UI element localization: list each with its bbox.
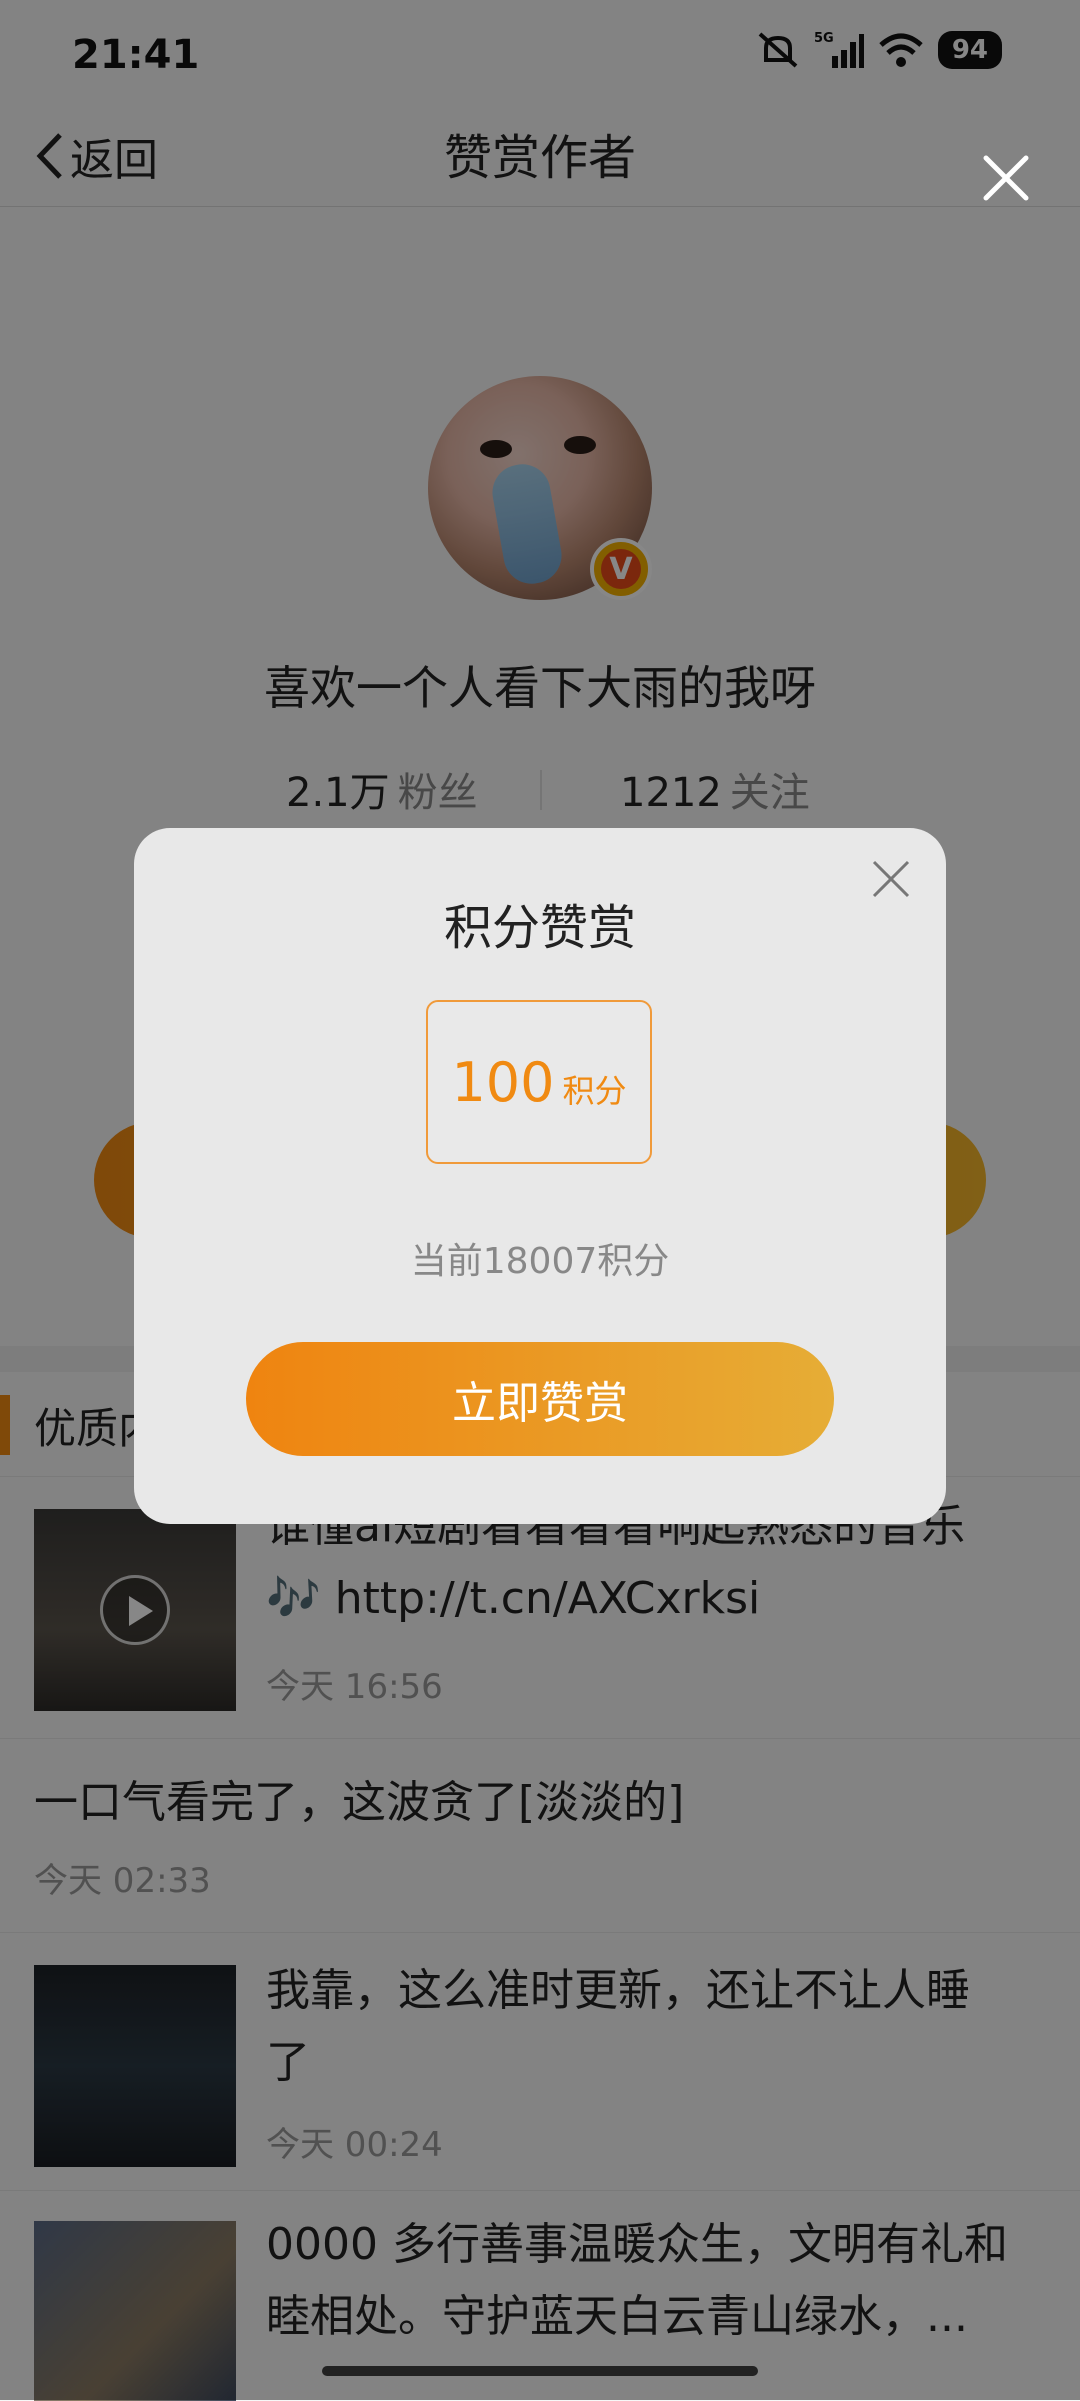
amount-value: 100 bbox=[451, 1050, 555, 1114]
reward-author-page: 21:41 5G 94 返回 赞赏作者 V 喜欢一个人看下大雨的我呀 2.1万 … bbox=[0, 0, 1080, 2401]
points-reward-dialog: 积分赞赏 100 积分 当前18007积分 立即赞赏 bbox=[134, 828, 946, 1524]
confirm-reward-button[interactable]: 立即赞赏 bbox=[246, 1342, 834, 1456]
amount-unit: 积分 bbox=[562, 1072, 627, 1110]
home-indicator[interactable] bbox=[322, 2366, 758, 2376]
dialog-title: 积分赞赏 bbox=[443, 900, 636, 956]
points-balance: 当前18007积分 bbox=[410, 1241, 670, 1282]
close-icon[interactable] bbox=[980, 152, 1032, 204]
amount-option[interactable]: 100 积分 bbox=[426, 1000, 652, 1164]
